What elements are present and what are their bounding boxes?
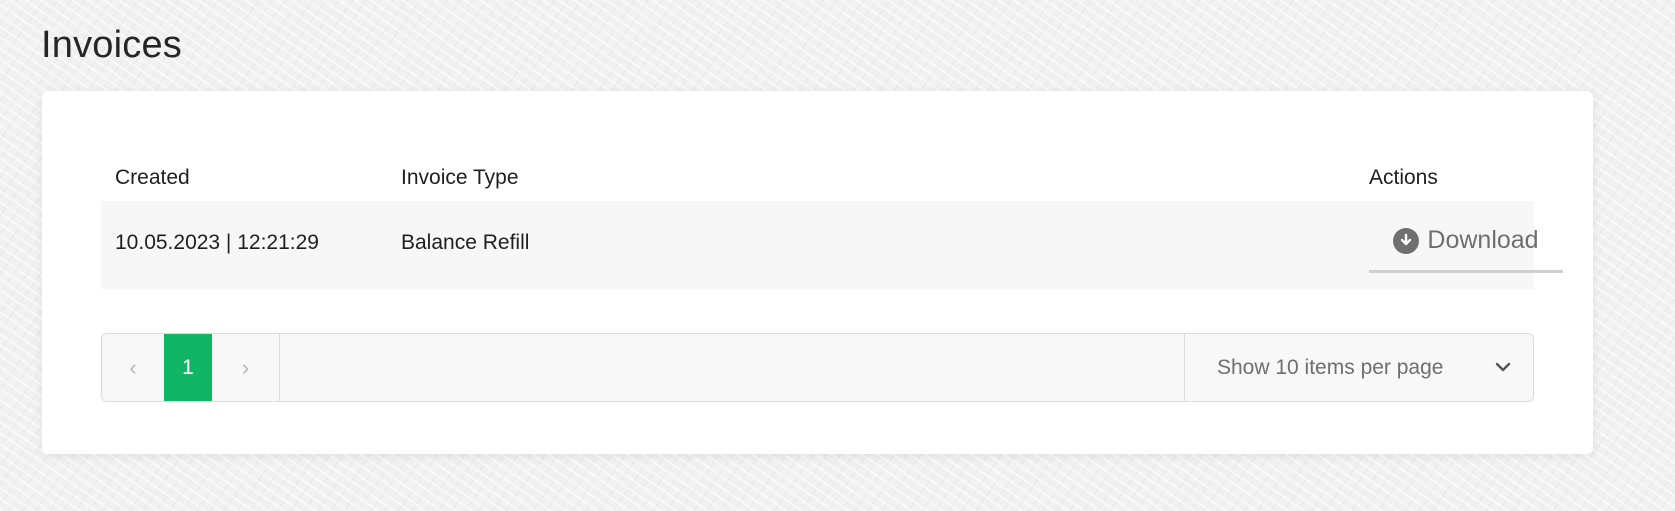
items-per-page-label: Show 10 items per page [1217,355,1444,379]
invoices-card: Created Invoice Type Actions 10.05.2023 … [42,91,1593,454]
column-header-actions: Actions [1369,166,1438,189]
table-row: 10.05.2023 | 12:21:29 Balance Refill Dow… [101,201,1563,289]
invoices-table: Created Invoice Type Actions 10.05.2023 … [101,144,1563,289]
items-per-page-select[interactable]: Show 10 items per page [1184,334,1533,401]
download-button[interactable]: Download [1369,211,1563,273]
previous-page-button[interactable]: ‹ [102,334,164,401]
page-1-button[interactable]: 1 [164,334,212,401]
table-header: Created Invoice Type Actions [101,144,1534,201]
chevron-down-icon [1495,362,1511,372]
download-button-label: Download [1427,226,1539,254]
cell-invoice-type: Balance Refill [401,231,530,254]
next-page-button[interactable]: › [212,334,280,401]
column-header-created: Created [115,166,190,189]
pagination-bar: ‹ 1 › Show 10 items per page [101,333,1534,402]
column-header-invoice-type: Invoice Type [401,166,519,189]
download-circle-icon [1393,227,1420,254]
cell-created: 10.05.2023 | 12:21:29 [115,231,319,254]
page-title: Invoices [41,24,183,66]
